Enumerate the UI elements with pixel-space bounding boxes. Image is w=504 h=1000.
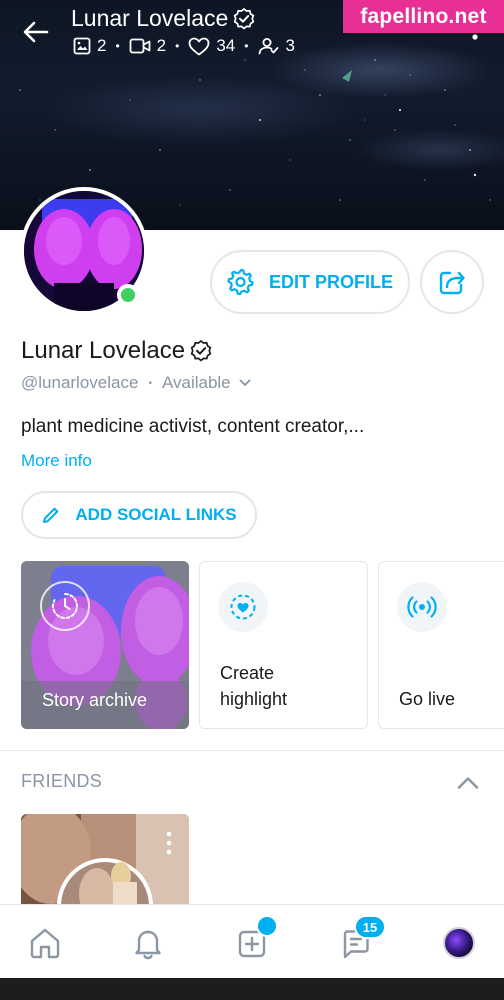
back-button[interactable]: [18, 14, 54, 50]
stat-likes-count: 34: [216, 36, 236, 55]
broadcast-icon: [407, 596, 437, 618]
friend-more-button[interactable]: [164, 831, 174, 855]
friend-cover-image: [21, 814, 189, 910]
stat-videos-count: 2: [156, 36, 167, 55]
create-highlight-line1: Create: [220, 663, 275, 683]
video-icon: [129, 38, 151, 54]
stat-separator: •: [244, 39, 249, 53]
add-social-links-label: ADD SOCIAL LINKS: [75, 505, 237, 524]
story-archive-label: Story archive: [42, 690, 148, 710]
history-icon: [52, 593, 78, 619]
messages-badge: 15: [354, 915, 386, 939]
share-profile-button[interactable]: [420, 250, 484, 314]
friends-heading: FRIENDS: [21, 771, 103, 791]
profile-name-text: Lunar Lovelace: [21, 337, 186, 364]
home-icon: [30, 928, 60, 959]
availability-dropdown[interactable]: Available: [162, 373, 251, 393]
bell-icon: [135, 930, 161, 960]
header-stats: 2 • 2 • 34 • 3: [73, 36, 295, 56]
edit-profile-button[interactable]: EDIT PROFILE: [210, 250, 410, 314]
gear-icon: [227, 268, 254, 296]
availability-status: Available: [161, 373, 231, 392]
archive-clock-icon: [40, 581, 90, 631]
image-icon: [73, 37, 91, 55]
chevron-up-icon: [457, 777, 479, 789]
header-name: Lunar Lovelace: [71, 5, 229, 31]
stat-photos-count: 2: [97, 36, 107, 55]
stat-fans-count: 3: [285, 36, 295, 55]
bottom-navigation: 15: [0, 904, 504, 978]
verified-badge-icon: [190, 339, 212, 362]
fans-icon: [259, 38, 279, 55]
stat-videos: 2: [129, 36, 166, 56]
live-icon-circle: [397, 582, 447, 632]
stat-fans: 3: [257, 36, 295, 56]
nav-notifications[interactable]: [124, 919, 172, 967]
nav-avatar: [443, 927, 475, 959]
friends-collapse-button[interactable]: [455, 770, 481, 796]
story-archive-card[interactable]: Story archive: [21, 561, 189, 729]
back-arrow-icon: [23, 21, 49, 43]
new-post-indicator-dot: [256, 915, 278, 937]
edit-profile-label: EDIT PROFILE: [268, 271, 393, 292]
stat-separator: •: [175, 39, 180, 53]
create-highlight-line2: highlight: [220, 689, 288, 709]
stat-separator: •: [115, 39, 120, 53]
section-divider: [0, 750, 504, 751]
subline-separator: •: [148, 377, 152, 389]
stat-likes: 34: [188, 36, 235, 56]
nav-profile[interactable]: [435, 919, 483, 967]
profile-bio: plant medicine activist, content creator…: [21, 416, 365, 437]
more-dots-icon: [472, 34, 478, 40]
system-navigation-bar: [0, 978, 504, 1000]
friend-card[interactable]: [21, 814, 189, 910]
profile-name: Lunar Lovelace: [21, 337, 213, 365]
heart-dashed-circle-icon: [230, 594, 256, 620]
pencil-icon: [43, 507, 59, 523]
go-live-card[interactable]: Go live: [378, 561, 504, 729]
add-social-links-button[interactable]: ADD SOCIAL LINKS: [21, 491, 257, 539]
share-icon: [439, 271, 465, 295]
watermark: fapellino.net: [343, 0, 504, 33]
verified-badge-icon: [233, 7, 255, 29]
create-highlight-card[interactable]: Create highlight: [199, 561, 368, 729]
more-vertical-icon: [166, 831, 172, 855]
online-status-dot: [117, 284, 139, 306]
nav-home[interactable]: [21, 919, 69, 967]
heart-icon: [188, 37, 210, 55]
create-highlight-label: Create highlight: [220, 660, 287, 712]
more-info-link[interactable]: More info: [21, 451, 92, 471]
go-live-label: Go live: [399, 689, 456, 709]
header-title: Lunar Lovelace: [71, 5, 256, 32]
highlight-icon-circle: [218, 582, 268, 632]
profile-subline: @lunarlovelace • Available: [21, 373, 251, 393]
profile-handle: @lunarlovelace: [21, 373, 139, 392]
stat-photos: 2: [73, 36, 106, 56]
chevron-down-icon: [239, 379, 251, 386]
